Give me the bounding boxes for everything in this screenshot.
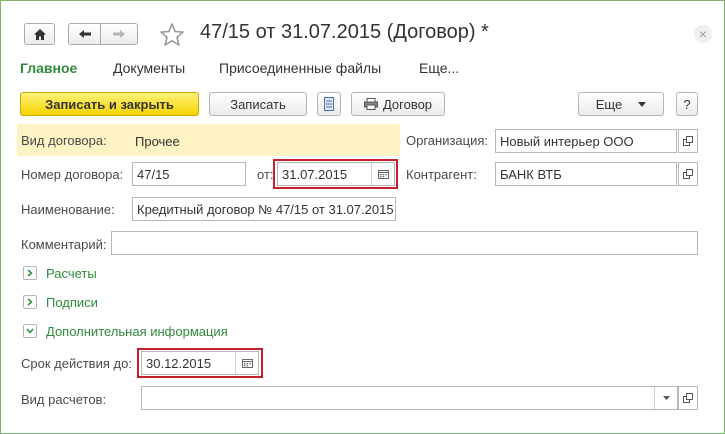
contract-type-field[interactable]: Прочее	[132, 129, 396, 153]
open-icon	[683, 169, 693, 179]
signatures-expander[interactable]	[23, 295, 37, 309]
counterparty-open-button[interactable]	[678, 162, 698, 186]
back-button[interactable]	[68, 23, 101, 45]
document-list-icon	[324, 97, 334, 111]
settlement-type-open-button[interactable]	[678, 386, 698, 410]
organization-field[interactable]: Новый интерьер ООО	[495, 129, 677, 153]
document-window: 47/15 от 31.07.2015 (Договор) * × Главно…	[0, 0, 725, 434]
settlement-type-label: Вид расчетов:	[21, 392, 107, 407]
valid-until-highlight-frame	[137, 348, 263, 378]
organization-open-button[interactable]	[678, 129, 698, 153]
save-button[interactable]: Записать	[209, 92, 307, 116]
settlement-type-field[interactable]	[141, 386, 678, 410]
open-icon	[683, 393, 693, 403]
dropdown-arrow-icon	[638, 101, 647, 107]
date-label: от:	[257, 167, 274, 182]
additional-info-expander[interactable]	[23, 324, 37, 338]
close-button[interactable]: ×	[694, 25, 712, 43]
signatures-group-link[interactable]: Подписи	[46, 295, 98, 310]
tab-more[interactable]: Еще...	[419, 60, 459, 76]
tab-documents[interactable]: Документы	[113, 60, 185, 76]
contract-number-label: Номер договора:	[21, 167, 124, 182]
print-contract-label: Договор	[382, 96, 433, 112]
settlements-expander[interactable]	[23, 266, 37, 280]
tab-main[interactable]: Главное	[20, 60, 77, 76]
chevron-right-icon	[27, 298, 33, 306]
organization-label: Организация:	[406, 133, 489, 148]
save-and-close-button[interactable]: Записать и закрыть	[20, 92, 199, 116]
favorite-star-button[interactable]	[159, 22, 185, 48]
comment-label: Комментарий:	[21, 237, 107, 252]
home-icon	[33, 28, 46, 40]
close-icon: ×	[698, 26, 708, 42]
chevron-down-icon	[26, 328, 34, 334]
arrow-right-icon	[113, 30, 125, 38]
settlements-group-link[interactable]: Расчеты	[46, 266, 97, 281]
additional-info-group-link[interactable]: Дополнительная информация	[46, 324, 228, 339]
page-title: 47/15 от 31.07.2015 (Договор) *	[200, 21, 489, 43]
more-actions-button[interactable]: Еще	[578, 92, 664, 116]
star-icon	[160, 23, 184, 46]
counterparty-field[interactable]: БАНК ВТБ	[495, 162, 677, 186]
arrow-left-icon	[78, 30, 91, 38]
valid-until-label: Срок действия до:	[21, 356, 132, 371]
print-contract-button[interactable]: Договор	[351, 92, 445, 116]
comment-field[interactable]	[111, 231, 698, 255]
open-icon	[683, 136, 693, 146]
more-actions-label: Еще	[595, 96, 623, 112]
name-field[interactable]: Кредитный договор № 47/15 от 31.07.2015	[132, 197, 396, 221]
contract-number-field[interactable]: 47/15	[132, 162, 246, 186]
chevron-right-icon	[27, 269, 33, 277]
home-button[interactable]	[24, 23, 55, 45]
settlement-type-dropdown-button[interactable]	[654, 387, 677, 409]
dropdown-arrow-icon	[662, 396, 670, 400]
date-highlight-frame	[273, 159, 398, 189]
report-button[interactable]	[317, 92, 341, 116]
forward-button[interactable]	[100, 23, 138, 45]
contract-type-label: Вид договора:	[21, 133, 107, 148]
help-button[interactable]: ?	[676, 92, 698, 116]
name-label: Наименование:	[21, 202, 115, 217]
tab-attached-files[interactable]: Присоединенные файлы	[219, 60, 381, 76]
counterparty-label: Контрагент:	[406, 167, 477, 182]
printer-icon	[363, 98, 378, 110]
